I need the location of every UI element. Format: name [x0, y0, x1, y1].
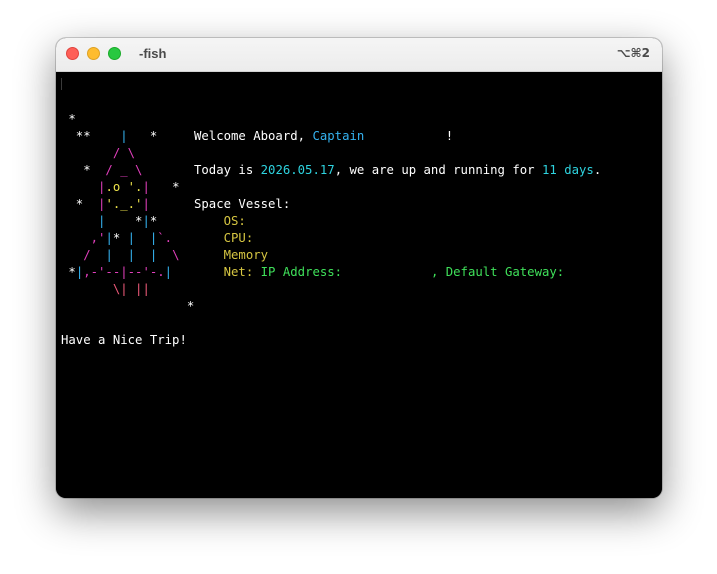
- os-label: OS:: [223, 214, 246, 228]
- maximize-window-icon[interactable]: [108, 47, 121, 60]
- terminal-output[interactable]: * ** | * / \ * / _ \ |.o '.| * * |'._.'|…: [56, 72, 662, 498]
- title-bar[interactable]: -fish ⌥⌘2: [56, 38, 662, 72]
- vessel-label: Space Vessel:: [194, 197, 291, 211]
- text-cursor: [61, 78, 62, 90]
- close-window-icon[interactable]: [66, 47, 79, 60]
- captain-name: Captain: [312, 129, 365, 143]
- uptime-value: 11 days: [541, 163, 594, 177]
- ip-address-label: IP Address:: [253, 265, 343, 279]
- date-value: 2026.05.17: [260, 163, 335, 177]
- window-title: -fish: [139, 46, 167, 61]
- net-label: Net:: [223, 265, 254, 279]
- minimize-window-icon[interactable]: [87, 47, 100, 60]
- window-shortcut: ⌥⌘2: [616, 46, 650, 60]
- rocket-ascii-art: * ** | * / \ * / _ \ |.o '.| * * |'._.'|…: [61, 112, 195, 313]
- welcome-line: Welcome Aboard, Captain !: [194, 129, 454, 143]
- cpu-label: CPU:: [223, 231, 254, 245]
- terminal-window: -fish ⌥⌘2 * ** | * / \ * / _ \ |.o '.| *…: [56, 38, 662, 498]
- uptime-line: Today is 2026.05.17, we are up and runni…: [194, 163, 602, 177]
- farewell-message: Have a Nice Trip!: [61, 333, 187, 347]
- memory-label: Memory: [223, 248, 269, 262]
- system-info: Welcome Aboard, Captain ! Today is 2026.…: [194, 128, 601, 281]
- default-gateway-label: , Default Gateway:: [430, 265, 565, 279]
